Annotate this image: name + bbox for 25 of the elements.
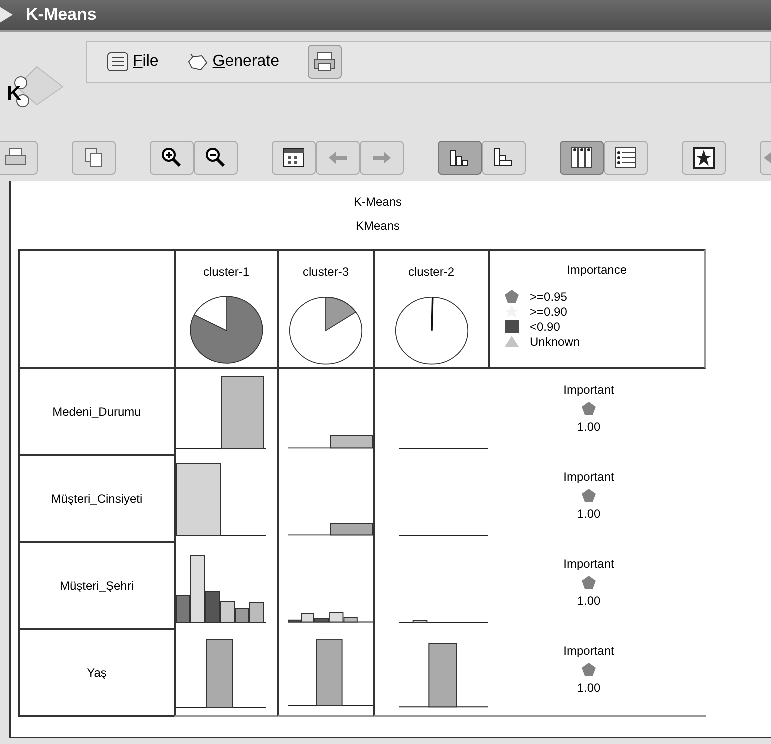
row-label: Müşteri_Cinsiyeti: [51, 490, 143, 508]
importance-value: 1.00: [577, 506, 601, 523]
legend-label: <0.90: [530, 318, 560, 336]
menu-item[interactable]: File: [107, 50, 159, 74]
column-header: cluster-3: [302, 264, 349, 281]
importance-label: Important: [564, 382, 614, 399]
chart-title: KMeans: [356, 218, 400, 235]
importance-label: Important: [564, 469, 614, 486]
window-title: K-Means: [26, 4, 97, 26]
legend-label: >=0.95: [530, 288, 568, 306]
importance-label: Important: [564, 556, 614, 573]
column-header: cluster-2: [408, 264, 454, 281]
importance-value: 1.00: [577, 419, 601, 436]
legend-label: >=0.90: [530, 304, 568, 320]
menu-item[interactable]: Generate: [186, 50, 280, 74]
importance-label: Important: [564, 643, 614, 660]
importance-value: 1.00: [577, 593, 601, 610]
row-label: Yaş: [87, 664, 107, 682]
importance-value: 1.00: [577, 680, 601, 697]
row-label: Müşteri_Şehri: [60, 578, 134, 594]
legend-label: Unknown: [530, 334, 580, 350]
row-label: Medeni_Durumu: [52, 404, 142, 420]
legend-title: Importance: [566, 262, 628, 279]
chart-title: K-Means: [354, 194, 402, 211]
column-header: cluster-1: [203, 264, 250, 281]
